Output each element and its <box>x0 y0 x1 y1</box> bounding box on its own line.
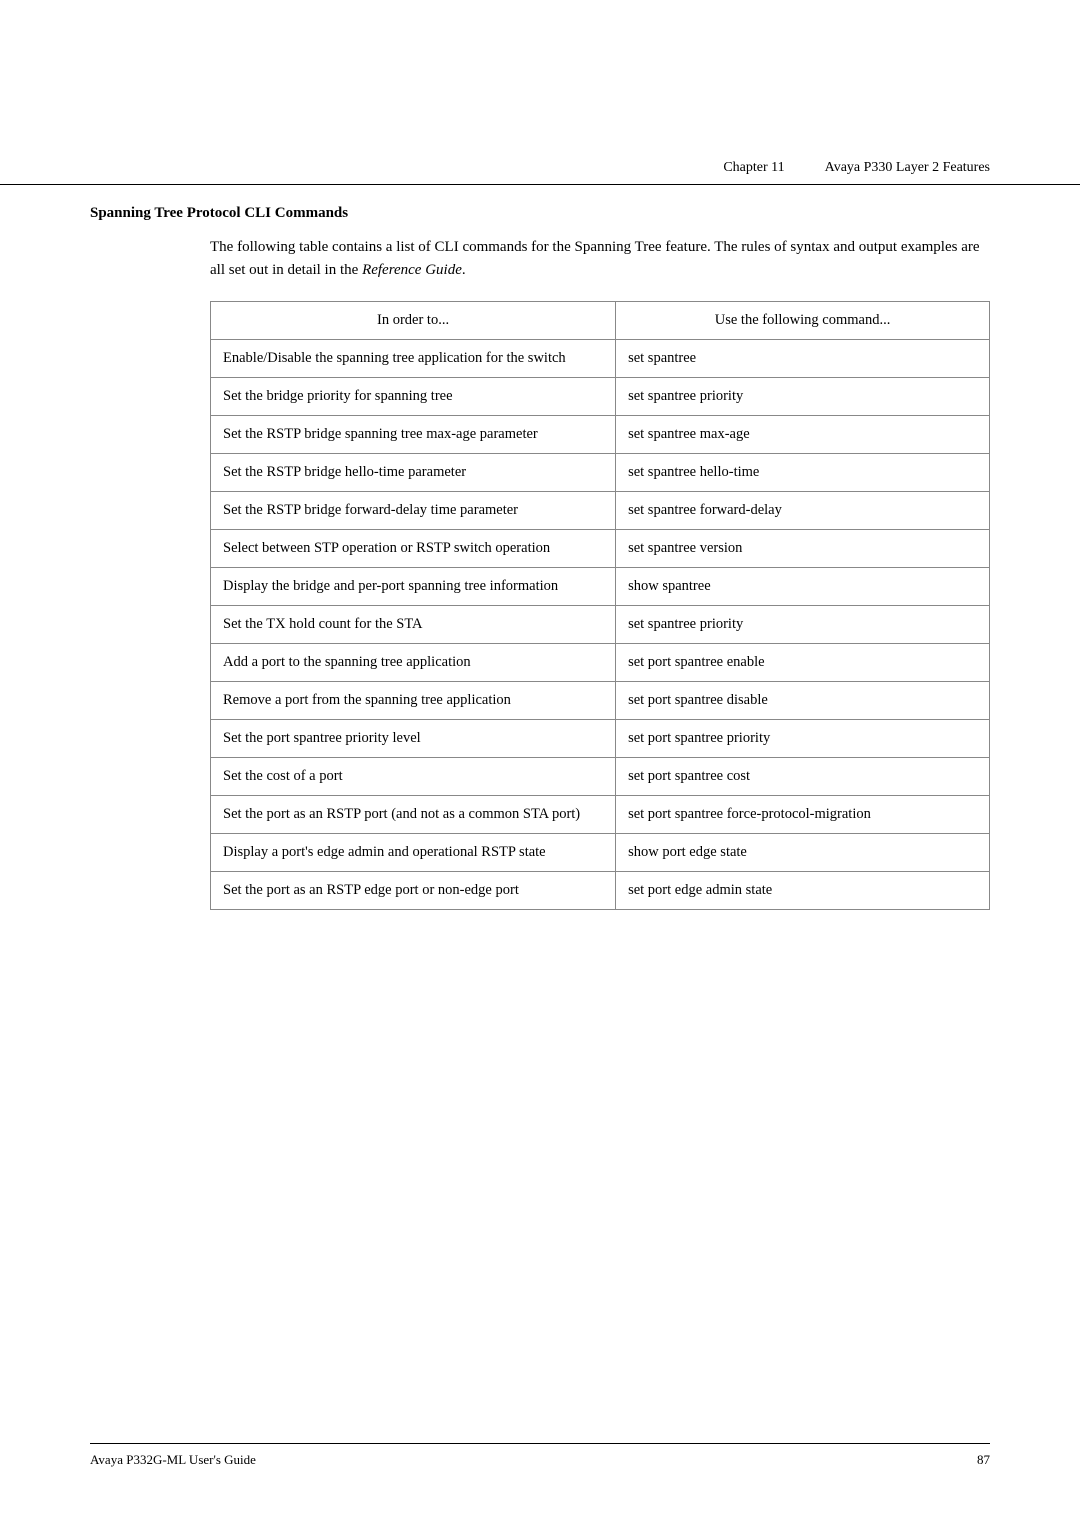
table-cell-description: Enable/Disable the spanning tree applica… <box>211 340 616 378</box>
table-cell-command: set spantree priority <box>616 378 990 416</box>
table-cell-description: Display a port's edge admin and operatio… <box>211 834 616 872</box>
table-cell-description: Display the bridge and per-port spanning… <box>211 568 616 606</box>
footer-left: Avaya P332G-ML User's Guide <box>90 1452 256 1468</box>
table-row: Set the RSTP bridge forward-delay time p… <box>211 492 990 530</box>
col-header-description: In order to... <box>211 302 616 340</box>
table-row: Set the RSTP bridge spanning tree max-ag… <box>211 416 990 454</box>
table-row: Set the TX hold count for the STAset spa… <box>211 606 990 644</box>
command-table: In order to... Use the following command… <box>210 301 990 910</box>
page-footer: Avaya P332G-ML User's Guide 87 <box>90 1443 990 1468</box>
table-row: Display the bridge and per-port spanning… <box>211 568 990 606</box>
table-cell-command: set spantree max-age <box>616 416 990 454</box>
section-heading: Spanning Tree Protocol CLI Commands <box>90 205 990 222</box>
table-cell-description: Add a port to the spanning tree applicat… <box>211 644 616 682</box>
table-cell-command: set spantree priority <box>616 606 990 644</box>
table-cell-command: set port spantree disable <box>616 682 990 720</box>
table-row: Remove a port from the spanning tree app… <box>211 682 990 720</box>
table-cell-description: Set the port spantree priority level <box>211 720 616 758</box>
col-header-command: Use the following command... <box>616 302 990 340</box>
intro-paragraph: The following table contains a list of C… <box>210 236 990 281</box>
table-row: Set the cost of a portset port spantree … <box>211 758 990 796</box>
table-cell-command: set spantree <box>616 340 990 378</box>
table-row: Enable/Disable the spanning tree applica… <box>211 340 990 378</box>
table-cell-description: Set the RSTP bridge spanning tree max-ag… <box>211 416 616 454</box>
table-header-row: In order to... Use the following command… <box>211 302 990 340</box>
table-row: Set the bridge priority for spanning tre… <box>211 378 990 416</box>
table-row: Set the port as an RSTP port (and not as… <box>211 796 990 834</box>
header-chapter: Chapter 11 <box>723 160 784 176</box>
table-row: Set the port as an RSTP edge port or non… <box>211 872 990 910</box>
table-row: Set the port spantree priority levelset … <box>211 720 990 758</box>
table-cell-command: set spantree hello-time <box>616 454 990 492</box>
table-cell-description: Select between STP operation or RSTP swi… <box>211 530 616 568</box>
table-cell-description: Set the port as an RSTP edge port or non… <box>211 872 616 910</box>
table-cell-command: set port spantree cost <box>616 758 990 796</box>
table-cell-command: set port spantree enable <box>616 644 990 682</box>
table-cell-description: Set the port as an RSTP port (and not as… <box>211 796 616 834</box>
table-row: Display a port's edge admin and operatio… <box>211 834 990 872</box>
table-cell-command: set port edge admin state <box>616 872 990 910</box>
table-row: Select between STP operation or RSTP swi… <box>211 530 990 568</box>
table-cell-command: set spantree version <box>616 530 990 568</box>
table-row: Set the RSTP bridge hello-time parameter… <box>211 454 990 492</box>
table-cell-command: set spantree forward-delay <box>616 492 990 530</box>
table-cell-description: Set the RSTP bridge forward-delay time p… <box>211 492 616 530</box>
intro-text-end: . <box>462 262 466 278</box>
table-row: Add a port to the spanning tree applicat… <box>211 644 990 682</box>
table-cell-description: Set the cost of a port <box>211 758 616 796</box>
table-cell-description: Set the bridge priority for spanning tre… <box>211 378 616 416</box>
intro-text-start: The following table contains a list of C… <box>210 239 980 278</box>
table-cell-command: show port edge state <box>616 834 990 872</box>
table-cell-description: Set the TX hold count for the STA <box>211 606 616 644</box>
table-cell-command: set port spantree priority <box>616 720 990 758</box>
page: Chapter 11 Avaya P330 Layer 2 Features S… <box>0 0 1080 1528</box>
page-header: Chapter 11 Avaya P330 Layer 2 Features <box>0 0 1080 185</box>
footer-right: 87 <box>977 1452 990 1468</box>
table-cell-command: show spantree <box>616 568 990 606</box>
header-title: Avaya P330 Layer 2 Features <box>825 160 990 176</box>
table-cell-description: Remove a port from the spanning tree app… <box>211 682 616 720</box>
table-cell-command: set port spantree force-protocol-migrati… <box>616 796 990 834</box>
intro-italic: Reference Guide <box>362 262 462 278</box>
main-content: Spanning Tree Protocol CLI Commands The … <box>0 205 1080 910</box>
table-cell-description: Set the RSTP bridge hello-time parameter <box>211 454 616 492</box>
